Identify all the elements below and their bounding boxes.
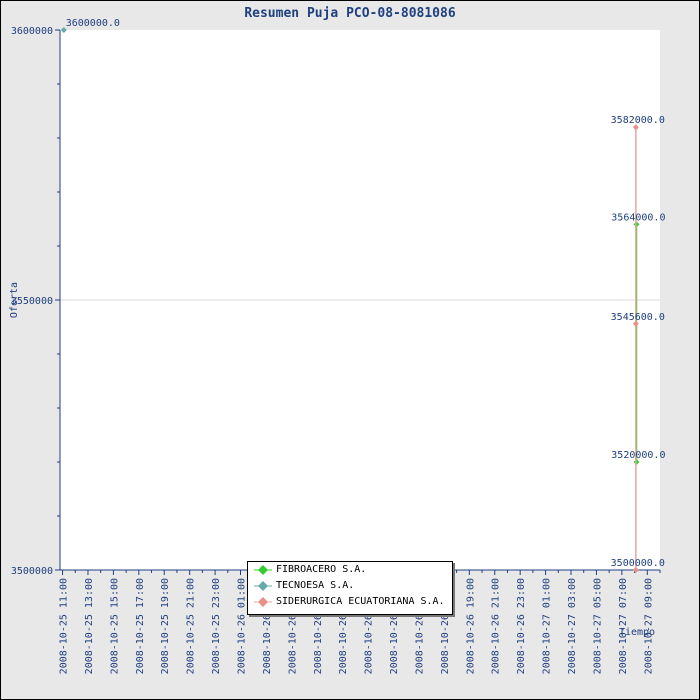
x-tick-label: 2008-10-25 13:00 bbox=[84, 578, 95, 674]
x-tick-label: 2008-10-25 23:00 bbox=[211, 578, 222, 674]
legend-item: TECNOESA S.A. bbox=[248, 578, 452, 594]
x-tick-label: 2008-10-25 21:00 bbox=[186, 578, 197, 674]
x-tick-label: 2008-10-25 11:00 bbox=[59, 578, 70, 674]
x-tick-label: 2008-10-27 01:00 bbox=[542, 578, 553, 674]
x-axis-label: Tiempo bbox=[619, 627, 655, 638]
data-label: 3564000.0 bbox=[611, 212, 665, 223]
legend-marker-icon bbox=[254, 581, 272, 591]
x-tick-label: 2008-10-25 17:00 bbox=[135, 578, 146, 674]
x-tick-label: 2008-10-26 19:00 bbox=[465, 578, 476, 674]
legend-item: SIDERURGICA ECUATORIANA S.A. bbox=[248, 594, 452, 610]
y-tick-label: 3600000 bbox=[11, 26, 53, 37]
y-tick-label: 3500000 bbox=[11, 566, 53, 577]
legend-marker-icon bbox=[254, 565, 272, 575]
x-tick-label: 2008-10-26 01:00 bbox=[237, 578, 248, 674]
data-label: 3600000.0 bbox=[66, 18, 120, 29]
label-layer: 3564000.0 3520000.0 3600000.0 3582000.0 3545… bbox=[66, 18, 666, 569]
data-label: 3545600.0 bbox=[611, 312, 665, 323]
x-tick-label: 2008-10-25 19:00 bbox=[160, 578, 171, 674]
legend-marker-icon bbox=[254, 597, 272, 607]
data-label: 3500000.0 bbox=[611, 558, 665, 569]
legend-item: FIBROACERO S.A. bbox=[248, 562, 452, 578]
x-tick-label: 2008-10-27 03:00 bbox=[567, 578, 578, 674]
data-label: 3520000.0 bbox=[611, 450, 665, 461]
chart-title: Resumen Puja PCO-08-8081086 bbox=[244, 6, 455, 21]
y-axis-label: Oferta bbox=[9, 282, 20, 318]
x-tick-label: 2008-10-26 21:00 bbox=[491, 578, 502, 674]
data-label: 3582000.0 bbox=[611, 115, 665, 126]
x-tick-label: 2008-10-26 23:00 bbox=[516, 578, 527, 674]
x-tick-label: 2008-10-25 15:00 bbox=[109, 578, 120, 674]
legend-label: TECNOESA S.A. bbox=[276, 580, 355, 591]
legend-label: SIDERURGICA ECUATORIANA S.A. bbox=[276, 596, 445, 607]
x-tick-label: 2008-10-27 05:00 bbox=[592, 578, 603, 674]
legend: FIBROACERO S.A. TECNOESA S.A. SIDERURGIC… bbox=[247, 561, 453, 615]
legend-label: FIBROACERO S.A. bbox=[276, 564, 367, 575]
